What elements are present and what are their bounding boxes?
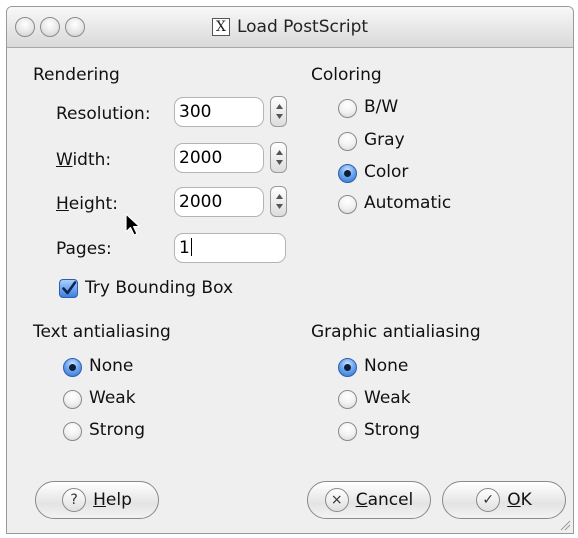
graphic-aa-weak-label[interactable]: Weak bbox=[364, 388, 411, 408]
rendering-section-label: Rendering bbox=[33, 65, 120, 85]
help-button-label: Help bbox=[93, 490, 132, 510]
coloring-automatic-label[interactable]: Automatic bbox=[364, 193, 451, 213]
height-input[interactable]: 2000 bbox=[174, 187, 264, 217]
graphic-aa-none-radio[interactable] bbox=[338, 358, 357, 377]
checkmark-icon bbox=[62, 281, 77, 295]
title-bar[interactable]: X Load PostScript bbox=[7, 7, 573, 48]
coloring-color-radio[interactable] bbox=[338, 164, 357, 183]
graphic-aa-strong-radio[interactable] bbox=[338, 422, 357, 441]
load-postscript-dialog: X Load PostScript Rendering Resolution: … bbox=[6, 6, 574, 534]
coloring-automatic-radio[interactable] bbox=[338, 195, 357, 214]
cancel-button-label: Cancel bbox=[355, 490, 414, 510]
text-aa-strong-label[interactable]: Strong bbox=[89, 420, 145, 440]
ok-icon: ✓ bbox=[476, 488, 501, 512]
height-label: Height: bbox=[56, 194, 118, 214]
coloring-bw-label[interactable]: B/W bbox=[364, 97, 398, 117]
graphic-aa-weak-radio[interactable] bbox=[338, 390, 357, 409]
coloring-gray-radio[interactable] bbox=[338, 132, 357, 151]
resolution-stepper[interactable] bbox=[270, 96, 287, 127]
coloring-color-label[interactable]: Color bbox=[364, 162, 408, 182]
ok-button-label: OK bbox=[507, 490, 532, 510]
pages-label: Pages: bbox=[56, 239, 112, 259]
text-antialiasing-section-label: Text antialiasing bbox=[33, 322, 171, 342]
coloring-section-label: Coloring bbox=[311, 65, 382, 85]
pages-input[interactable]: 1 bbox=[174, 233, 286, 263]
width-label: Width: bbox=[56, 150, 112, 170]
width-stepper[interactable] bbox=[270, 142, 287, 173]
graphic-aa-strong-label[interactable]: Strong bbox=[364, 420, 420, 440]
text-aa-weak-radio[interactable] bbox=[63, 390, 82, 409]
try-bounding-box-checkbox[interactable] bbox=[59, 279, 78, 298]
cancel-icon: × bbox=[324, 488, 349, 512]
resolution-input[interactable]: 300 bbox=[174, 97, 264, 127]
text-aa-none-radio[interactable] bbox=[63, 358, 82, 377]
graphic-aa-none-label[interactable]: None bbox=[364, 356, 408, 376]
text-caret bbox=[190, 238, 192, 256]
x11-icon: X bbox=[211, 18, 230, 36]
help-button[interactable]: ? Help bbox=[35, 481, 159, 519]
coloring-bw-radio[interactable] bbox=[338, 99, 357, 118]
resize-grip-icon[interactable] bbox=[559, 519, 571, 531]
mouse-pointer-icon bbox=[125, 213, 141, 236]
resolution-label: Resolution: bbox=[56, 104, 151, 124]
help-icon: ? bbox=[62, 488, 87, 512]
coloring-gray-label[interactable]: Gray bbox=[364, 130, 405, 150]
height-stepper[interactable] bbox=[270, 186, 287, 217]
text-aa-strong-radio[interactable] bbox=[63, 422, 82, 441]
text-aa-weak-label[interactable]: Weak bbox=[89, 388, 136, 408]
window-title: Load PostScript bbox=[236, 17, 369, 37]
width-input[interactable]: 2000 bbox=[174, 143, 264, 173]
cancel-button[interactable]: × Cancel bbox=[307, 481, 431, 519]
ok-button[interactable]: ✓ OK bbox=[442, 481, 566, 519]
text-aa-none-label[interactable]: None bbox=[89, 356, 133, 376]
try-bounding-box-label[interactable]: Try Bounding Box bbox=[85, 278, 233, 298]
graphic-antialiasing-section-label: Graphic antialiasing bbox=[311, 322, 481, 342]
